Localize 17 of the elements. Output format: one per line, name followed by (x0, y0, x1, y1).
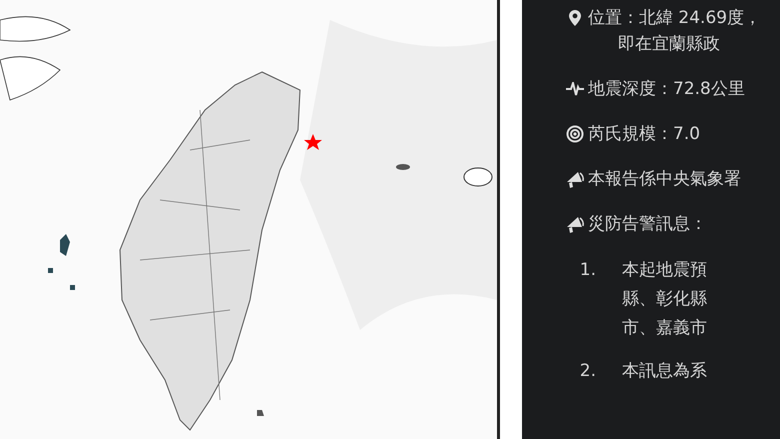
detail-text: 即在宜蘭縣政 (618, 33, 720, 56)
pulse-icon (566, 82, 584, 96)
list-number: 1. (580, 259, 596, 282)
list-number: 2. (580, 360, 596, 383)
megaphone-icon (565, 215, 585, 233)
detail-text: 芮氏規模：7.0 (588, 123, 700, 146)
detail-text: 災防告警訊息： (588, 213, 707, 236)
signal-rings-icon (566, 125, 584, 143)
warning-text: 縣、彰化縣 (622, 288, 707, 311)
detail-text: 地震深度：72.8公里 (588, 78, 745, 101)
warning-text: 本起地震預 (622, 259, 707, 282)
detail-text: 本報告係中央氣象署 (588, 168, 741, 191)
warning-text: 市、嘉義市 (622, 317, 707, 340)
location-pin-icon (569, 10, 581, 26)
megaphone-icon (565, 170, 585, 188)
detail-text: 位置：北緯 24.69度， (588, 7, 762, 30)
warning-text: 本訊息為系 (622, 360, 707, 383)
